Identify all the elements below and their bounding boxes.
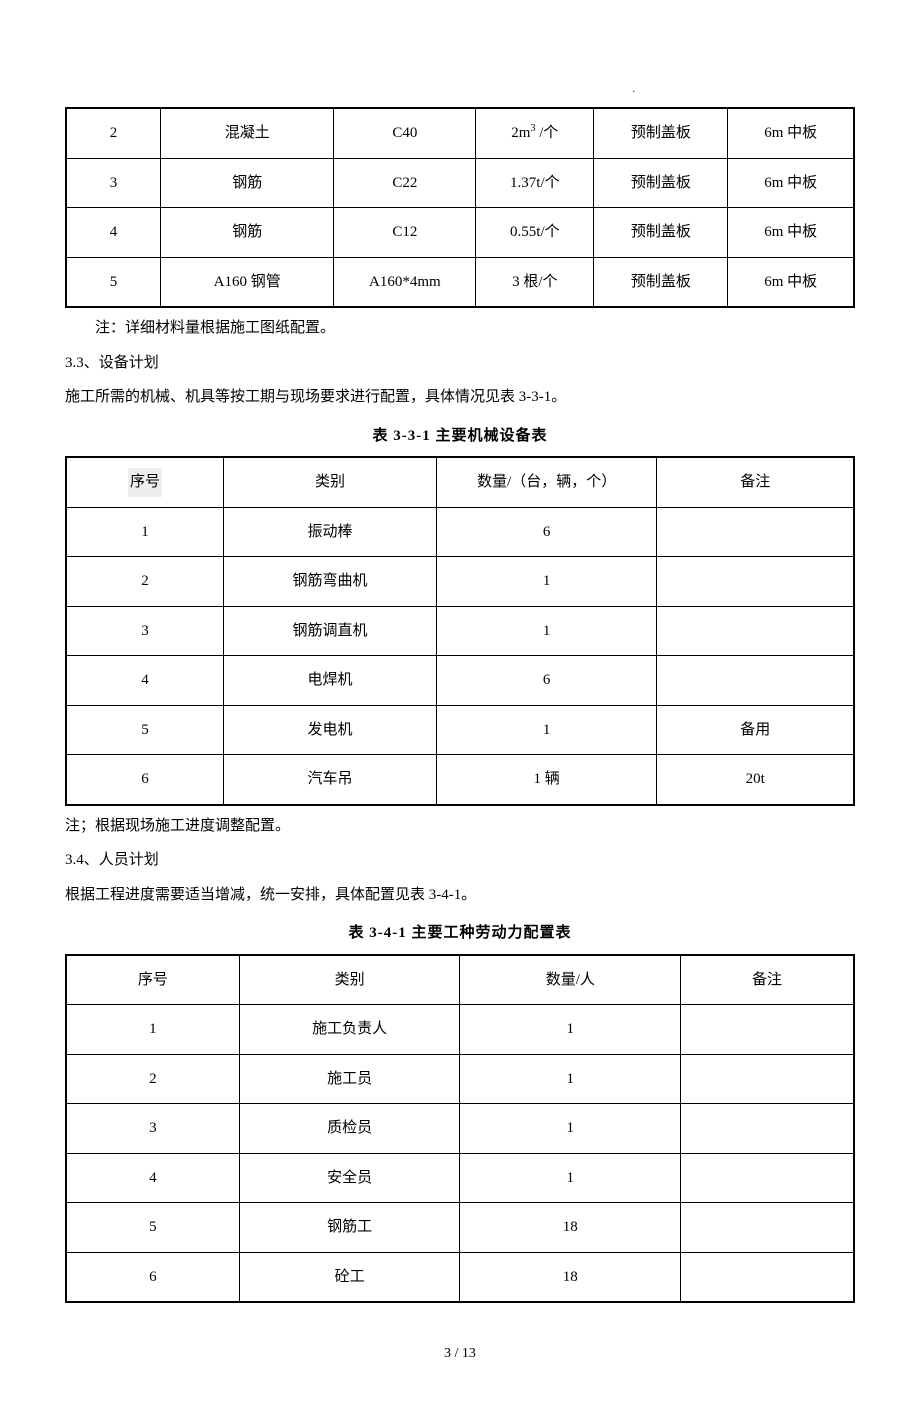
section-33-text: 施工所需的机械、机具等按工期与现场要求进行配置，具体情况见表 3-3-1。 <box>65 383 855 412</box>
table3-title: 表 3-4-1 主要工种劳动力配置表 <box>65 919 855 948</box>
cell-qty: 0.55t/个 <box>476 208 594 258</box>
th-qty: 数量/人 <box>460 955 681 1005</box>
cell-remark: 6m 中板 <box>728 208 854 258</box>
table2-note: 注；根据现场施工进度调整配置。 <box>65 812 855 841</box>
table-row: 6汽车吊1 辆20t <box>66 755 854 805</box>
table-row: 1振动棒6 <box>66 507 854 557</box>
table-row: 4安全员1 <box>66 1153 854 1203</box>
th-cat: 类别 <box>239 955 460 1005</box>
cell-name: A160 钢管 <box>161 257 334 307</box>
cell-no: 4 <box>66 208 161 258</box>
table-row: 4电焊机6 <box>66 656 854 706</box>
cell-use: 预制盖板 <box>594 208 728 258</box>
cell-use: 预制盖板 <box>594 108 728 158</box>
cell-spec: C22 <box>334 158 476 208</box>
th-remark: 备注 <box>681 955 854 1005</box>
cell-spec: C12 <box>334 208 476 258</box>
table-row: 1施工负责人1 <box>66 1005 854 1055</box>
table-row: 3质检员1 <box>66 1104 854 1154</box>
th-no: 序号 <box>66 955 239 1005</box>
table-row: 2施工员1 <box>66 1054 854 1104</box>
table-row: 3 钢筋 C22 1.37t/个 预制盖板 6m 中板 <box>66 158 854 208</box>
cell-qty: 2m3 /个 <box>476 108 594 158</box>
cell-no: 5 <box>66 257 161 307</box>
table-header-row: 序号 类别 数量/（台，辆，个） 备注 <box>66 457 854 507</box>
table-row: 5发电机1备用 <box>66 705 854 755</box>
cell-qty: 1.37t/个 <box>476 158 594 208</box>
table-row: 6砼工18 <box>66 1252 854 1302</box>
table1-note: 注：详细材料量根据施工图纸配置。 <box>65 314 855 343</box>
section-34-heading: 3.4、人员计划 <box>65 846 855 875</box>
table-row: 3钢筋调直机1 <box>66 606 854 656</box>
cell-no: 2 <box>66 108 161 158</box>
labor-table: 序号 类别 数量/人 备注 1施工负责人1 2施工员1 3质检员1 4安全员1 … <box>65 954 855 1304</box>
th-cat: 类别 <box>224 457 437 507</box>
table-row: 2 混凝土 C40 2m3 /个 预制盖板 6m 中板 <box>66 108 854 158</box>
table2-title: 表 3-3-1 主要机械设备表 <box>65 422 855 451</box>
cell-spec: A160*4mm <box>334 257 476 307</box>
page-number: 3 / 13 <box>65 1341 855 1368</box>
equipment-table: 序号 类别 数量/（台，辆，个） 备注 1振动棒6 2钢筋弯曲机1 3钢筋调直机… <box>65 456 855 806</box>
table-row: 5 A160 钢管 A160*4mm 3 根/个 预制盖板 6m 中板 <box>66 257 854 307</box>
materials-table: 2 混凝土 C40 2m3 /个 预制盖板 6m 中板 3 钢筋 C22 1.3… <box>65 107 855 308</box>
cell-remark: 6m 中板 <box>728 108 854 158</box>
table-row: 4 钢筋 C12 0.55t/个 预制盖板 6m 中板 <box>66 208 854 258</box>
section-33-heading: 3.3、设备计划 <box>65 349 855 378</box>
section-34-text: 根据工程进度需要适当增减，统一安排，具体配置见表 3-4-1。 <box>65 881 855 910</box>
cell-remark: 6m 中板 <box>728 158 854 208</box>
th-qty: 数量/（台，辆，个） <box>436 457 657 507</box>
cell-qty: 3 根/个 <box>476 257 594 307</box>
table-header-row: 序号 类别 数量/人 备注 <box>66 955 854 1005</box>
cell-spec: C40 <box>334 108 476 158</box>
th-remark: 备注 <box>657 457 854 507</box>
page-header-mark: . <box>65 80 855 99</box>
cell-name: 钢筋 <box>161 208 334 258</box>
cell-remark: 6m 中板 <box>728 257 854 307</box>
cell-name: 钢筋 <box>161 158 334 208</box>
table-row: 2钢筋弯曲机1 <box>66 557 854 607</box>
cell-use: 预制盖板 <box>594 158 728 208</box>
cell-use: 预制盖板 <box>594 257 728 307</box>
table-row: 5钢筋工18 <box>66 1203 854 1253</box>
materials-tbody: 2 混凝土 C40 2m3 /个 预制盖板 6m 中板 3 钢筋 C22 1.3… <box>66 108 854 307</box>
cell-name: 混凝土 <box>161 108 334 158</box>
cell-no: 3 <box>66 158 161 208</box>
th-no: 序号 <box>66 457 224 507</box>
